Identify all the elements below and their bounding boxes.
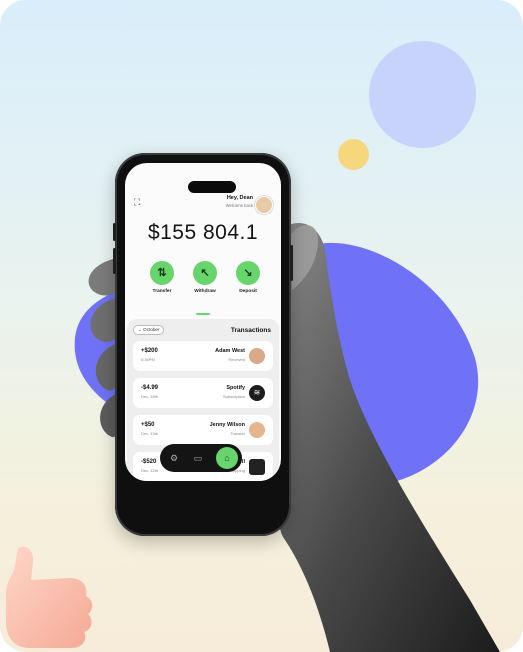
- transaction-date: Dec, 13th: [141, 431, 159, 436]
- home-icon[interactable]: ⌂: [216, 447, 238, 469]
- dell-logo-icon: [249, 459, 265, 475]
- transaction-amount: -$520: [141, 459, 157, 465]
- transaction-amount: -$4.99: [141, 385, 159, 391]
- transaction-category: Received: [228, 357, 245, 362]
- transfer-label: Transfer: [152, 289, 172, 294]
- month-value: October: [143, 327, 160, 332]
- deposit-label: Deposit: [239, 289, 257, 294]
- illustration-stage: ⛶ Hey, Dean Welcome back $155 804.1 ↘ De…: [0, 0, 523, 652]
- greeting-subtitle: Welcome back: [225, 203, 253, 208]
- phone-mockup: ⛶ Hey, Dean Welcome back $155 804.1 ↘ De…: [113, 153, 293, 536]
- app-header: ⛶ Hey, Dean Welcome back: [125, 191, 281, 217]
- settings-icon[interactable]: ⚙: [164, 448, 184, 468]
- balance-amount: $155 804.1: [147, 221, 259, 244]
- swap-vertical-icon: ⇅: [150, 261, 174, 285]
- scan-qr-icon[interactable]: ⛶: [134, 197, 144, 207]
- transaction-date: Dec, 15th: [141, 394, 159, 399]
- chevron-down-icon: ⌄: [138, 327, 142, 332]
- transfer-button[interactable]: ⇅ Transfer: [145, 261, 179, 294]
- transaction-name: Jenny Wilson: [209, 422, 245, 428]
- transaction-row[interactable]: -$4.99 Dec, 15th Spotify Subscription ≋: [133, 378, 273, 408]
- thumbs-up-icon: [6, 546, 93, 648]
- bottom-nav: ⚙ ▭ ⌂: [160, 444, 242, 472]
- transaction-row[interactable]: +$50 Dec, 13th Jenny Wilson Transfer: [133, 415, 273, 445]
- transactions-title: Transactions: [230, 327, 271, 334]
- month-select[interactable]: ⌄ October: [133, 325, 165, 335]
- transaction-category: Transfer: [230, 431, 245, 436]
- transaction-name: Spotify: [226, 385, 245, 391]
- withdraw-label: Withdraw: [194, 289, 216, 294]
- spotify-icon: ≋: [249, 385, 265, 401]
- phone-side-button: [113, 248, 116, 274]
- transaction-category: Subscription: [222, 394, 245, 399]
- transaction-date: 6:35PM: [141, 357, 155, 362]
- phone-side-button: [113, 223, 116, 241]
- transaction-date: Dec, 12th: [141, 468, 159, 473]
- quick-actions: ↘ Deposit ↖ Withdraw ⇅ Transfer: [145, 261, 265, 301]
- contact-avatar: [249, 348, 265, 364]
- transaction-amount: +$50: [141, 422, 155, 428]
- avatar[interactable]: [255, 196, 273, 214]
- arrow-up-left-icon: ↖: [193, 261, 217, 285]
- active-tab-indicator: [196, 313, 210, 315]
- greeting-name: Hey, Dean: [226, 195, 253, 201]
- withdraw-button[interactable]: ↖ Withdraw: [188, 261, 222, 294]
- phone-power-button: [290, 245, 293, 281]
- arrow-down-right-icon: ↘: [236, 261, 260, 285]
- contact-avatar: [249, 422, 265, 438]
- wallet-icon[interactable]: ▭: [188, 448, 208, 468]
- transaction-amount: +$200: [141, 348, 158, 354]
- transaction-name: Adam West: [215, 348, 245, 354]
- deposit-button[interactable]: ↘ Deposit: [231, 261, 265, 294]
- transaction-row[interactable]: +$200 6:35PM Adam West Received: [133, 341, 273, 371]
- greeting-block: Hey, Dean Welcome back: [226, 195, 253, 208]
- app-screen: ⛶ Hey, Dean Welcome back $155 804.1 ↘ De…: [125, 163, 281, 481]
